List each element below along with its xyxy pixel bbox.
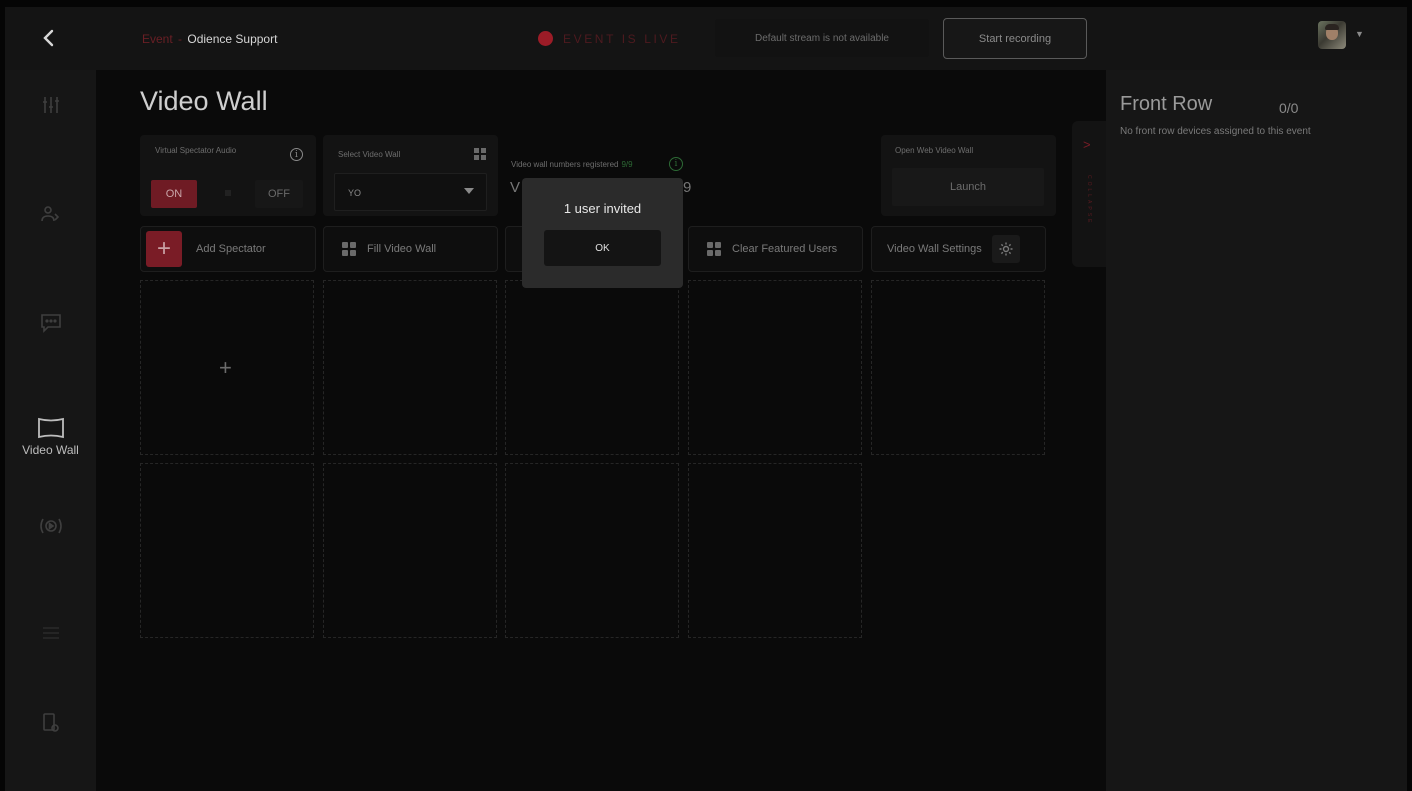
page-title: Video Wall [140,86,268,116]
live-status: EVENT IS LIVE [563,32,681,46]
stream-status: Default stream is not available [715,19,929,57]
sidebar-item-users[interactable] [5,205,96,223]
video-slot[interactable] [505,463,679,638]
registered-summary-start: V [510,179,521,196]
clear-featured-users-button[interactable]: Clear Featured Users [688,226,863,272]
breadcrumb-event[interactable]: Event [142,32,173,46]
front-row-count: 0/0 [1279,100,1299,116]
video-wall-select[interactable]: YO [334,173,487,211]
registered-numbers-value: 9/9 [621,160,633,169]
video-slot[interactable] [688,280,862,455]
select-video-wall-card: Select Video Wall YO [323,135,498,216]
video-wall-icon [37,417,64,439]
sidebar-item-broadcast[interactable] [5,516,96,536]
grid-icon [342,242,356,256]
select-video-wall-label: Select Video Wall [338,150,401,159]
mixer-icon [42,97,59,113]
toggle-divider [225,190,231,196]
clear-featured-users-label: Clear Featured Users [732,243,838,255]
breadcrumb: Event - Odience Support [142,32,277,46]
audio-card: Virtual Spectator Audio i ON OFF [140,135,316,216]
front-row-message: No front row devices assigned to this ev… [1120,126,1311,137]
registered-numbers-label: Video wall numbers registered 9/9 [511,160,633,169]
audio-card-label: Virtual Spectator Audio [155,146,237,155]
back-button[interactable] [35,25,61,51]
chevron-left-icon [43,29,54,47]
top-bar: Event - Odience Support EVENT IS LIVE De… [5,7,1407,70]
video-slot[interactable] [505,280,679,455]
sidebar: Video Wall [5,70,96,791]
sidebar-item-video-wall[interactable]: Video Wall [5,417,96,457]
video-slot[interactable] [323,280,497,455]
open-web-video-wall-card: Open Web Video Wall Launch [881,135,1056,216]
registered-summary-end: 9 [683,179,692,196]
audio-off-button[interactable]: OFF [255,180,303,208]
launch-button[interactable]: Launch [892,168,1044,206]
video-slot[interactable] [688,463,862,638]
app-window: Event - Odience Support EVENT IS LIVE De… [5,7,1407,791]
ok-button[interactable]: OK [544,230,661,266]
list-icon [42,627,59,639]
dialog-message: 1 user invited [563,201,642,216]
chevron-right-icon: > [1083,137,1091,152]
sidebar-item-label: Video Wall [22,443,79,457]
fill-video-wall-label: Fill Video Wall [367,243,437,255]
breadcrumb-current: Odience Support [187,32,278,46]
sidebar-item-device[interactable] [5,712,96,734]
broadcast-icon [39,518,62,534]
open-web-video-wall-label: Open Web Video Wall [895,146,974,155]
add-spectator-button[interactable]: + Add Spectator [140,226,316,272]
sidebar-item-mixer[interactable] [5,95,96,115]
info-icon[interactable]: i [669,157,683,171]
live-indicator-dot [538,31,553,46]
sidebar-item-list[interactable] [5,625,96,641]
plus-icon: + [146,231,182,267]
caret-down-icon [464,188,474,194]
video-wall-settings-button[interactable]: Video Wall Settings [871,226,1046,272]
front-row-panel: Front Row 0/0 No front row devices assig… [1106,70,1407,791]
chat-icon [40,314,61,333]
video-slot[interactable] [871,280,1045,455]
video-wall-settings-label: Video Wall Settings [887,243,982,255]
caret-down-icon[interactable]: ▼ [1355,29,1364,39]
avatar[interactable] [1318,21,1346,49]
breadcrumb-separator: - [178,32,183,46]
video-wall-select-value: YO [348,188,362,198]
plus-icon[interactable]: + [219,355,232,381]
sidebar-item-chat[interactable] [5,313,96,333]
video-slot[interactable]: + [140,280,314,455]
device-icon [42,713,59,732]
grid-icon [707,242,721,256]
invite-dialog: 1 user invited OK [522,178,683,288]
video-slot[interactable] [323,463,497,638]
info-icon[interactable]: i [290,148,303,161]
avatar-hair [1325,24,1339,30]
users-icon [40,206,59,222]
audio-on-button[interactable]: ON [151,180,197,208]
start-recording-button[interactable]: Start recording [943,18,1087,59]
video-slot[interactable] [140,463,314,638]
collapse-label: COLLAPSE [1086,175,1092,226]
add-spectator-label: Add Spectator [196,243,266,255]
grid-icon [474,148,486,160]
collapse-panel-tab[interactable]: > COLLAPSE [1072,121,1106,267]
gear-icon [991,235,1020,263]
fill-video-wall-button[interactable]: Fill Video Wall [323,226,498,272]
front-row-title: Front Row [1120,93,1213,115]
